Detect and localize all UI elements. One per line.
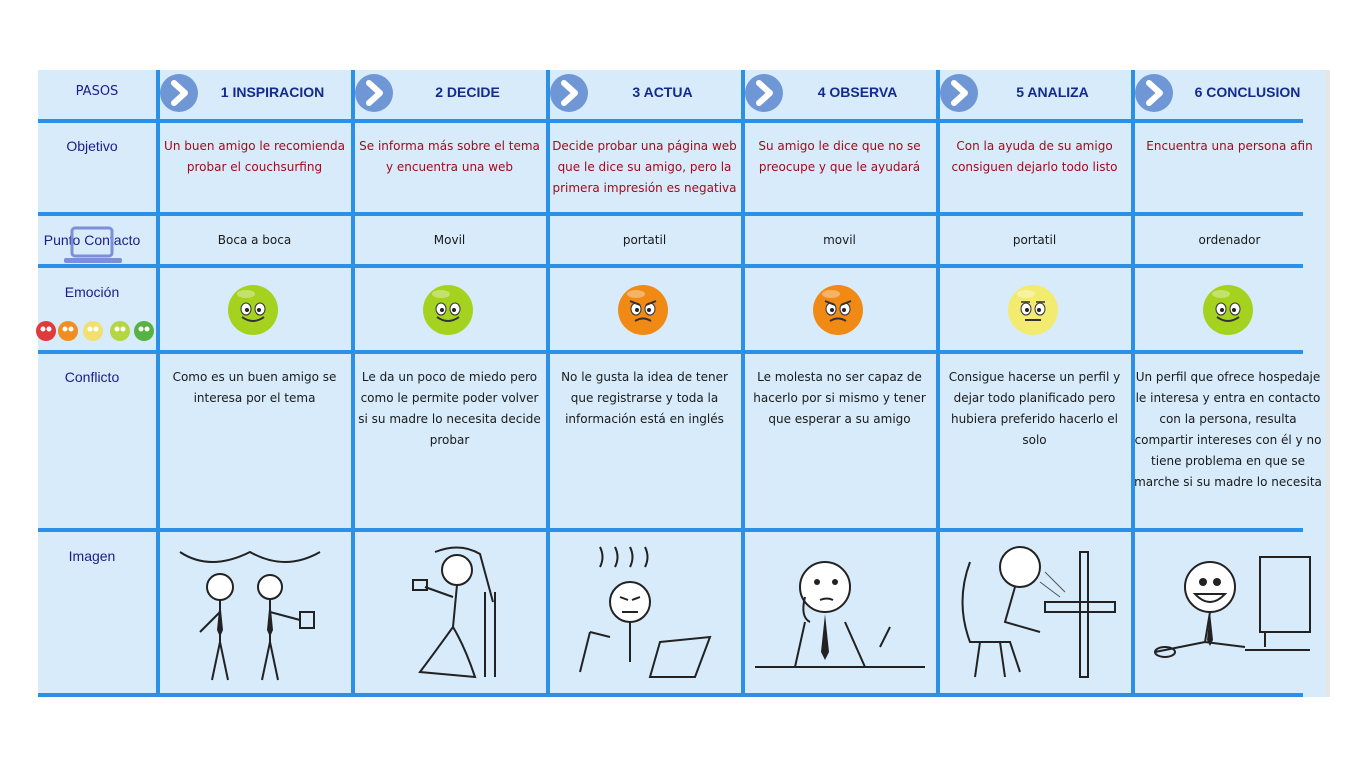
step-title: 4 OBSERVA bbox=[817, 84, 898, 100]
step-title: 3 ACTUA bbox=[632, 84, 693, 100]
happy-face-icon bbox=[1203, 285, 1253, 335]
row-label-objetivo: Objetivo bbox=[66, 138, 118, 154]
contacto-text: portatil bbox=[622, 233, 667, 247]
happy-face-icon bbox=[228, 285, 278, 335]
conflicto-text: No le gusta la idea de tener que registr… bbox=[561, 370, 728, 426]
row-label-emocion: Emoción bbox=[64, 284, 120, 300]
scrollbar[interactable] bbox=[1326, 70, 1330, 697]
laptop-icon bbox=[64, 226, 122, 263]
customer-journey-map: PASOS Objetivo Punto Contacto Emoción Co… bbox=[36, 70, 1326, 697]
objetivo-text: Un buen amigo le recomienda probar el co… bbox=[164, 139, 345, 174]
conflicto-text: Le da un poco de miedo pero como le perm… bbox=[358, 370, 541, 447]
step-title: 6 CONCLUSION bbox=[1194, 84, 1301, 100]
conflicto-text: Como es un buen amigo se interesa por el… bbox=[172, 370, 337, 405]
smiling-man-at-computer-illustration bbox=[1154, 556, 1311, 658]
row-label-conflicto: Conflicto bbox=[64, 369, 120, 385]
step-title: 1 INSPIRACION bbox=[220, 84, 325, 100]
angry-face-icon bbox=[618, 285, 668, 335]
contacto-text: portatil bbox=[1012, 233, 1057, 247]
woman-with-phone-illustration bbox=[412, 546, 496, 679]
objetivo-text: Se informa más sobre el tema y encuentra… bbox=[359, 139, 540, 174]
objetivo-text: Con la ayuda de su amigo consiguen dejar… bbox=[951, 139, 1118, 174]
step-title: 5 ANALIZA bbox=[1016, 84, 1089, 100]
contacto-text: ordenador bbox=[1198, 233, 1261, 247]
thinking-man-illustration bbox=[755, 561, 925, 668]
objetivo-text: Encuentra una persona afin bbox=[1146, 139, 1313, 153]
objetivo-text: Decide probar una página web que le dice… bbox=[552, 139, 737, 195]
conflicto-text: Consigue hacerse un perfil y dejar todo … bbox=[948, 370, 1121, 447]
contacto-text: movil bbox=[823, 233, 856, 247]
conflicto-text: Un perfil que ofrece hospedaje le intere… bbox=[1134, 370, 1322, 489]
step-title: 2 DECIDE bbox=[435, 84, 500, 100]
happy-face-icon bbox=[423, 285, 473, 335]
frustrated-at-laptop-illustration bbox=[579, 546, 712, 678]
contacto-text: Movil bbox=[433, 233, 466, 247]
objetivo-text: Su amigo le dice que no se preocupe y qu… bbox=[758, 139, 921, 174]
angry-face-icon bbox=[813, 285, 863, 335]
row-label-pasos: PASOS bbox=[75, 84, 119, 99]
neutral-face-icon bbox=[1008, 285, 1058, 335]
two-friends-talking-illustration bbox=[179, 550, 321, 681]
emotion-scale-icon bbox=[36, 321, 154, 341]
man-at-computer-struggling-illustration bbox=[961, 546, 1116, 678]
row-label-imagen: Imagen bbox=[68, 548, 116, 564]
contacto-text: Boca a boca bbox=[217, 233, 292, 247]
conflicto-text: Le molesta no ser capaz de hacerlo por s… bbox=[753, 370, 926, 426]
